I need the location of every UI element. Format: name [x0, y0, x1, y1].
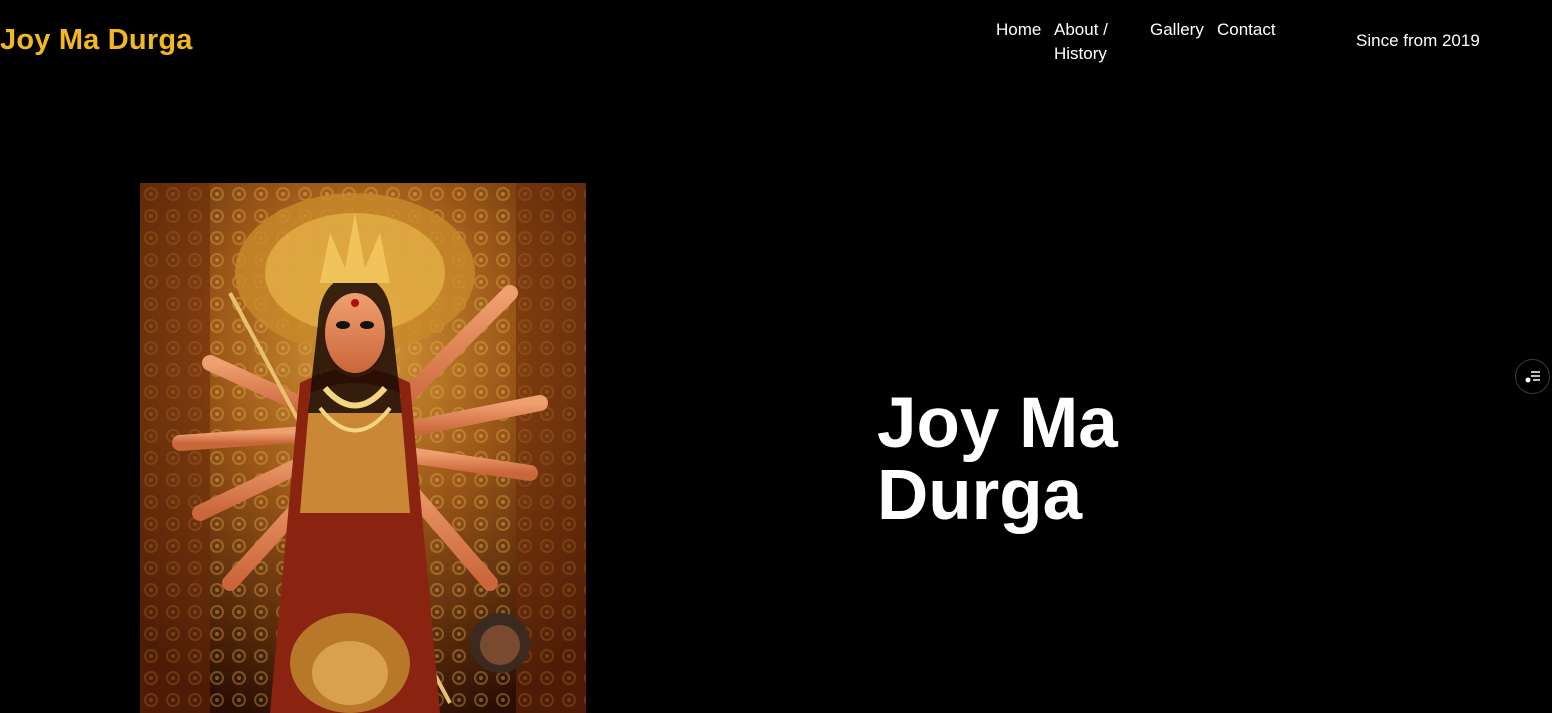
nav-home[interactable]: Home: [996, 18, 1041, 42]
hero-title: Joy Ma Durga: [877, 384, 1118, 535]
since-text: Since from 2019: [1356, 31, 1480, 50]
site-logo[interactable]: Joy Ma Durga: [0, 24, 193, 57]
nav-about-history[interactable]: About / History: [1054, 18, 1124, 66]
durga-idol-image: [140, 183, 586, 713]
nav-contact[interactable]: Contact: [1217, 18, 1276, 42]
settings-list-icon[interactable]: [1515, 359, 1550, 394]
nav-gallery[interactable]: Gallery: [1150, 18, 1204, 42]
page: Joy Ma Durga Home About / History Galler…: [0, 0, 1552, 713]
